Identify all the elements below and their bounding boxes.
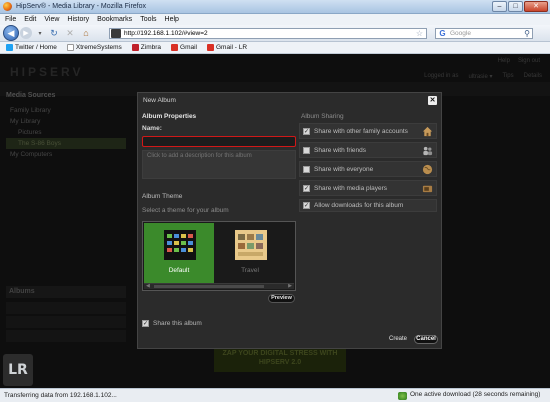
share-friends-option[interactable]: Share with friends [299, 142, 437, 158]
back-button[interactable]: ◀ [3, 25, 19, 41]
bookmark-xtremesystems[interactable]: XtremeSystems [66, 44, 122, 51]
allow-downloads-label: Allow downloads for this album [314, 202, 404, 209]
reload-icon[interactable]: ↻ [48, 27, 60, 39]
google-icon[interactable]: G [437, 29, 448, 38]
share-everyone-option[interactable]: Share with everyone [299, 161, 437, 177]
window-titlebar: HipServ® - Media Library - Mozilla Firef… [0, 0, 550, 14]
scrollbar-thumb[interactable] [154, 285, 264, 288]
theme-default[interactable]: Default [144, 223, 214, 283]
dialog-close-button[interactable]: ✕ [428, 96, 437, 105]
media-player-icon [422, 185, 433, 192]
url-text[interactable]: http://192.168.1.102/#view=2 [124, 30, 208, 37]
minimize-button[interactable]: – [492, 1, 507, 12]
theme-default-thumbnail [164, 230, 196, 260]
forward-arrow-icon: ▶ [23, 30, 29, 37]
house-icon [422, 126, 433, 136]
name-label: Name: [142, 125, 162, 132]
bookmark-label: Gmail - LR [216, 44, 248, 51]
menu-history[interactable]: History [67, 16, 89, 23]
menu-bar: File Edit View History Bookmarks Tools H… [0, 14, 550, 25]
share-family-label: Share with other family accounts [314, 127, 408, 135]
window-controls: – □ ✕ [492, 1, 548, 12]
status-text: Transferring data from 192.168.1.102... [4, 392, 117, 399]
menu-edit[interactable]: Edit [24, 16, 36, 23]
window-title: HipServ® - Media Library - Mozilla Firef… [16, 3, 147, 10]
twitter-icon [6, 44, 13, 51]
theme-default-label: Default [168, 267, 190, 274]
theme-travel-label: Travel [241, 267, 259, 274]
stop-icon[interactable]: ✕ [64, 27, 76, 39]
theme-selector: Default Travel ◀ ▶ [142, 221, 296, 291]
bookmark-label: Zimbra [140, 44, 162, 51]
bookmark-label: Twitter / Home [15, 44, 57, 51]
theme-travel[interactable]: Travel [215, 223, 285, 283]
history-dropdown-icon[interactable]: ▾ [36, 27, 44, 39]
menu-help[interactable]: Help [165, 16, 179, 23]
search-placeholder: Google [450, 30, 471, 37]
bookmark-label: XtremeSystems [75, 44, 122, 51]
share-friends-label: Share with friends [314, 146, 367, 154]
legit-reviews-logo: LR [3, 354, 33, 386]
album-description-input[interactable] [142, 150, 296, 179]
share-everyone-checkbox[interactable] [303, 165, 310, 173]
gmail-icon [171, 44, 179, 51]
bookmark-zimbra[interactable]: Zimbra [131, 44, 162, 51]
share-media-players-option[interactable]: Share with media players [299, 180, 437, 196]
share-family-option[interactable]: Share with other family accounts [299, 123, 437, 139]
status-bar: Transferring data from 192.168.1.102... … [0, 388, 550, 402]
album-theme-subtitle: Select a theme for your album [142, 207, 229, 214]
bookmark-star-icon[interactable]: ☆ [416, 29, 423, 39]
forward-button[interactable]: ▶ [20, 27, 32, 39]
back-arrow-icon: ◀ [7, 27, 15, 38]
theme-scrollbar[interactable]: ◀ ▶ [144, 283, 294, 289]
menu-tools[interactable]: Tools [140, 16, 156, 23]
bookmark-label: Gmail [180, 44, 197, 51]
share-this-album-checkbox[interactable] [142, 320, 149, 327]
preview-button[interactable]: Preview [268, 294, 295, 303]
bookmark-twitter[interactable]: Twitter / Home [6, 44, 57, 51]
globe-icon [422, 164, 433, 174]
url-bar[interactable]: http://192.168.1.102/#view=2 ☆ [109, 28, 427, 39]
firefox-icon [3, 2, 12, 11]
theme-travel-thumbnail [235, 230, 267, 260]
maximize-button[interactable]: □ [508, 1, 523, 12]
download-status[interactable]: One active download (28 seconds remainin… [410, 391, 540, 398]
bookmark-gmail-lr[interactable]: Gmail - LR [207, 44, 247, 51]
share-media-players-label: Share with media players [314, 184, 387, 192]
home-icon[interactable]: ⌂ [80, 27, 92, 39]
search-icon[interactable]: ⚲ [524, 29, 530, 39]
album-theme-title: Album Theme [142, 193, 183, 200]
share-family-checkbox[interactable] [303, 127, 310, 135]
gmail-icon [207, 44, 214, 51]
share-this-album-option[interactable]: Share this album [142, 320, 202, 327]
page-icon [66, 44, 74, 51]
album-sharing-title: Album Sharing [301, 113, 344, 120]
create-button[interactable]: Create [387, 335, 409, 344]
cancel-button[interactable]: Cancel [414, 335, 438, 344]
scroll-left-icon[interactable]: ◀ [146, 283, 150, 289]
bookmarks-toolbar: Twitter / Home XtremeSystems Zimbra Gmai… [0, 42, 550, 54]
close-window-button[interactable]: ✕ [524, 1, 548, 12]
zimbra-icon [131, 44, 139, 51]
menu-view[interactable]: View [44, 16, 59, 23]
site-identity-icon[interactable] [111, 29, 121, 38]
share-this-album-label: Share this album [153, 320, 202, 327]
search-box[interactable]: G Google ⚲ [435, 28, 533, 39]
scroll-right-icon[interactable]: ▶ [288, 283, 292, 289]
people-icon [423, 146, 433, 155]
download-icon[interactable] [398, 392, 407, 400]
share-media-players-checkbox[interactable] [303, 184, 310, 192]
album-properties-title: Album Properties [142, 113, 197, 120]
menu-bookmarks[interactable]: Bookmarks [97, 16, 132, 23]
allow-downloads-checkbox[interactable] [303, 202, 310, 209]
new-album-dialog: New Album ✕ Album Properties Name: Album… [137, 92, 442, 349]
bookmark-gmail[interactable]: Gmail [171, 44, 197, 51]
album-name-input[interactable] [142, 136, 296, 147]
dialog-title: New Album [143, 97, 176, 104]
menu-file[interactable]: File [5, 16, 16, 23]
share-friends-checkbox[interactable] [303, 146, 310, 154]
allow-downloads-option[interactable]: Allow downloads for this album [299, 199, 437, 212]
share-everyone-label: Share with everyone [314, 165, 374, 173]
